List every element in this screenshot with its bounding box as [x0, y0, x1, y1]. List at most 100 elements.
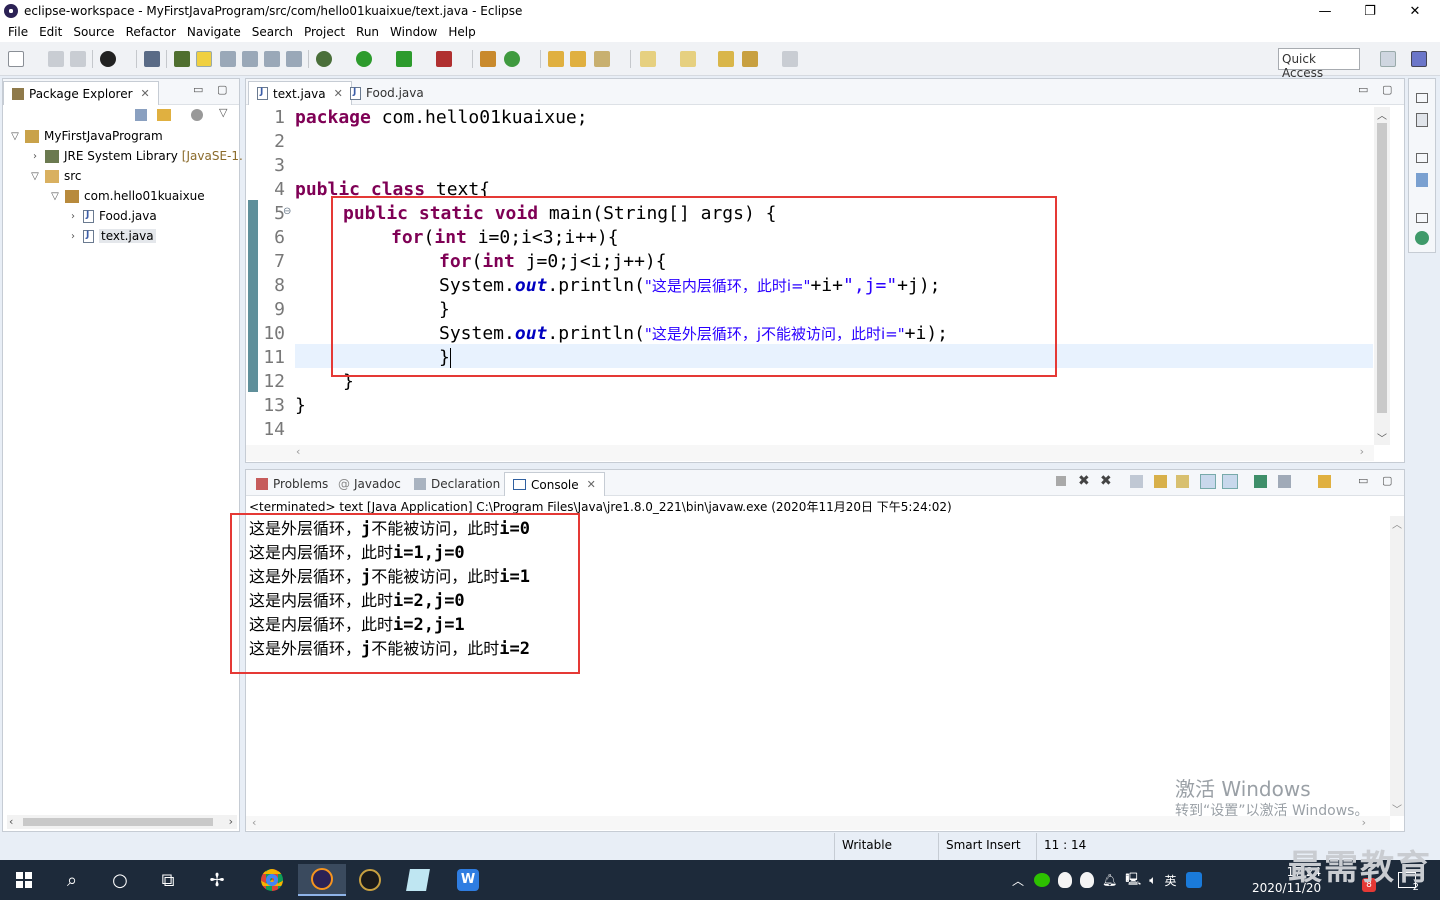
menu-window[interactable]: Window — [386, 25, 444, 39]
save-all-icon[interactable] — [70, 51, 86, 67]
menu-file[interactable]: File — [4, 25, 35, 39]
open-console-icon[interactable] — [1318, 475, 1331, 488]
start-windows-icon[interactable] — [4, 864, 44, 896]
tab-problems[interactable]: Problems — [248, 472, 336, 496]
new-icon[interactable] — [8, 51, 24, 67]
scroll-up-icon[interactable]: ︿ — [1392, 516, 1402, 531]
tree-item-package[interactable]: ▽ com.hello01kuaixue — [49, 186, 205, 206]
close-button[interactable]: ✕ — [1392, 0, 1438, 22]
close-icon[interactable]: ✕ — [141, 87, 150, 100]
view-menu-filter-icon[interactable] — [191, 109, 203, 121]
open-folder-icon[interactable] — [548, 51, 564, 67]
link-with-editor-icon[interactable] — [157, 109, 171, 121]
scroll-left-icon[interactable]: ‹ — [9, 815, 13, 828]
code-line-13[interactable]: } — [295, 394, 306, 418]
code-line-1[interactable]: package com.hello01kuaixue; — [295, 106, 588, 130]
tree-item-text-java[interactable]: › text.java — [67, 226, 156, 246]
menu-help[interactable]: Help — [444, 25, 482, 39]
network-icon[interactable]: 🖳 — [1125, 870, 1141, 891]
tab-package-explorer[interactable]: Package Explorer ✕ — [3, 81, 159, 105]
scroll-right-icon[interactable]: › — [229, 815, 233, 828]
tab-console[interactable]: Console ✕ — [504, 472, 605, 496]
editor-vertical-scrollbar[interactable]: ︿ ﹀ — [1374, 107, 1390, 445]
menu-navigate[interactable]: Navigate — [183, 25, 248, 39]
chevron-right-icon[interactable]: › — [67, 211, 79, 222]
input-method-icon[interactable] — [1186, 872, 1203, 888]
pin-console-icon[interactable] — [1254, 475, 1267, 488]
notification-bell-icon[interactable]: 🔔︎ — [1102, 873, 1117, 887]
tab-javadoc[interactable]: @ Javadoc — [330, 472, 409, 496]
minimize-button[interactable]: — — [1302, 0, 1348, 22]
wechat-icon[interactable] — [1034, 873, 1051, 887]
toggle-whitespace-icon[interactable] — [242, 51, 258, 67]
skip-breakpoints-icon[interactable] — [144, 51, 160, 67]
scroll-left-icon[interactable]: ‹ — [296, 445, 300, 458]
minimize-view-icon[interactable]: ▭ — [1358, 474, 1368, 487]
search-tool-icon[interactable] — [594, 51, 610, 67]
scrollbar-thumb[interactable] — [23, 818, 213, 826]
show-hidden-icons-icon[interactable]: ︿ — [1012, 872, 1024, 889]
menu-run[interactable]: Run — [352, 25, 386, 39]
show-source-icon[interactable] — [264, 51, 280, 67]
menu-project[interactable]: Project — [300, 25, 352, 39]
maximize-button[interactable]: ❐ — [1347, 0, 1393, 22]
scrollbar-thumb[interactable] — [1377, 123, 1387, 413]
java-perspective-icon[interactable] — [1411, 51, 1427, 67]
chevron-expanded-icon[interactable]: ▽ — [49, 191, 61, 202]
restore-icon[interactable] — [1416, 213, 1428, 223]
last-edit-icon[interactable] — [718, 51, 734, 67]
back-icon[interactable] — [742, 51, 758, 67]
tab-declaration[interactable]: Declaration — [406, 472, 508, 496]
qq-icon[interactable] — [1058, 872, 1073, 888]
prev-annotation-icon[interactable] — [680, 51, 696, 67]
open-project-icon[interactable] — [570, 51, 586, 67]
terminate-icon[interactable] — [1056, 476, 1066, 486]
pinwheel-app-icon[interactable]: ✢ — [197, 864, 237, 896]
new-class-icon[interactable] — [504, 51, 520, 67]
task-view-icon[interactable]: ⧉ — [148, 864, 188, 896]
outline-view-icon[interactable] — [1416, 113, 1428, 127]
horizontal-scrollbar[interactable]: ‹ › — [7, 815, 237, 829]
chevron-right-icon[interactable]: › — [67, 231, 79, 242]
save-icon[interactable] — [48, 51, 64, 67]
connect-mylyn-icon[interactable] — [1415, 231, 1429, 245]
notes-app-icon[interactable] — [398, 864, 438, 896]
media-app-icon[interactable] — [350, 864, 390, 896]
restore-icon[interactable] — [1416, 93, 1428, 103]
remove-all-icon[interactable]: ✖ — [1100, 473, 1112, 489]
maximize-view-icon[interactable]: ▢ — [1382, 474, 1392, 487]
scroll-down-icon[interactable]: ﹀ — [1377, 430, 1387, 445]
quick-access-input[interactable]: Quick Access — [1278, 48, 1360, 80]
remove-launch-icon[interactable]: ✖ — [1078, 473, 1090, 489]
coverage-icon[interactable] — [396, 51, 412, 67]
forward-icon[interactable] — [782, 51, 798, 67]
open-perspective-icon[interactable] — [1380, 51, 1396, 67]
restore-icon[interactable] — [1416, 153, 1428, 163]
menu-source[interactable]: Source — [69, 25, 121, 39]
chevron-expanded-icon[interactable]: ▽ — [9, 131, 21, 142]
scroll-lock-icon[interactable] — [1154, 475, 1167, 488]
menu-refactor[interactable]: Refactor — [122, 25, 183, 39]
eclipse-taskbar-icon[interactable] — [298, 864, 346, 896]
mark-occurrences-icon[interactable] — [196, 51, 212, 67]
chrome-icon[interactable] — [252, 864, 292, 896]
debug-icon[interactable] — [316, 51, 332, 67]
search-icon[interactable]: ⌕ — [52, 864, 92, 896]
chevron-right-icon[interactable]: › — [29, 151, 41, 162]
external-tools-icon[interactable] — [436, 51, 452, 67]
console-vertical-scrollbar[interactable]: ︿ ﹀ — [1390, 516, 1404, 816]
wps-app-icon[interactable]: W — [448, 864, 488, 896]
minimize-view-icon[interactable]: ▭ — [193, 83, 203, 96]
tab-food-java[interactable]: Food.java — [342, 81, 432, 105]
editor-horizontal-scrollbar[interactable]: ‹ › — [246, 445, 1374, 461]
menu-search[interactable]: Search — [248, 25, 300, 39]
ime-indicator[interactable]: 英 — [1164, 872, 1176, 889]
tree-item-jre[interactable]: › JRE System Library [JavaSE-1. — [29, 146, 243, 166]
collapse-all-icon[interactable] — [135, 109, 147, 121]
cortana-icon[interactable]: ○ — [100, 864, 140, 896]
scroll-up-icon[interactable]: ︿ — [1377, 107, 1387, 122]
volume-icon[interactable]: 🔈︎ — [1149, 873, 1156, 888]
run-icon[interactable] — [356, 51, 372, 67]
tree-item-food-java[interactable]: › Food.java — [67, 206, 157, 226]
maximize-view-icon[interactable]: ▢ — [217, 83, 227, 96]
